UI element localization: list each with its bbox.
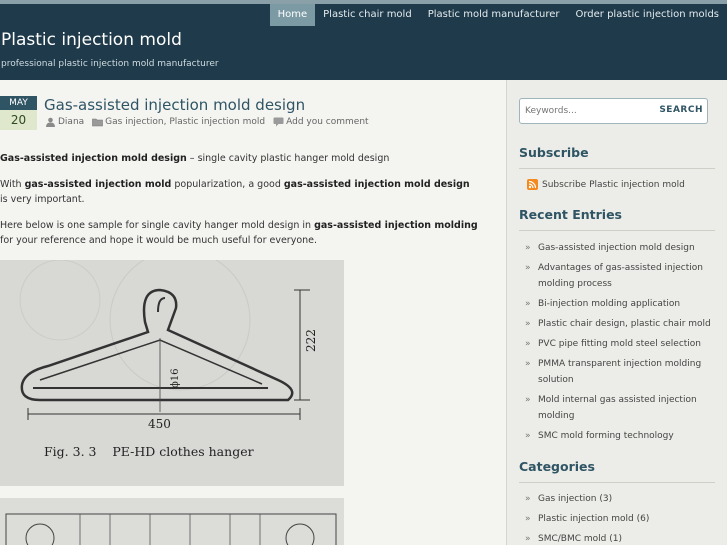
p1-bold: Gas-assisted injection mold design xyxy=(0,153,187,164)
post-categories: Gas injection, Plastic injection mold xyxy=(92,117,265,127)
category-item[interactable]: Plastic injection mold (6) xyxy=(525,511,715,527)
post-categories-links[interactable]: Gas injection, Plastic injection mold xyxy=(105,117,265,127)
recent-entries-title: Recent Entries xyxy=(519,207,622,222)
recent-entry[interactable]: PMMA transparent injection molding solut… xyxy=(525,356,715,388)
categories-list: Gas injection (3) Plastic injection mold… xyxy=(525,491,715,545)
p3-a: Here below is one sample for single cavi… xyxy=(0,220,315,231)
search-input[interactable] xyxy=(525,104,655,118)
post-meta: Diana Gas injection, Plastic injection m… xyxy=(45,117,377,127)
subscribe-link-text[interactable]: Subscribe Plastic injection mold xyxy=(542,180,685,190)
recent-entry[interactable]: Bi-injection molding application xyxy=(525,296,715,312)
post-date-month: MAY xyxy=(0,96,37,110)
nav-plastic-mold-manufacturer[interactable]: Plastic mold manufacturer xyxy=(420,4,568,26)
category-count: (1) xyxy=(609,534,622,544)
figure-caption: Fig. 3. 3 PE-HD clothes hanger xyxy=(44,444,254,459)
subscribe-link[interactable]: Subscribe Plastic injection mold xyxy=(527,179,685,190)
subscribe-title: Subscribe xyxy=(519,145,589,160)
post-date-day: 20 xyxy=(0,110,37,130)
category-item[interactable]: SMC/BMC mold (1) xyxy=(525,531,715,545)
recent-entry[interactable]: Advantages of gas-assisted injection mol… xyxy=(525,260,715,292)
subscribe-divider xyxy=(519,168,715,169)
p2-c: popularization, a good xyxy=(171,179,284,190)
post-date: MAY 20 xyxy=(0,96,37,130)
search-box: SEARCH xyxy=(519,98,708,124)
search-button[interactable]: SEARCH xyxy=(659,105,703,115)
recent-entries-divider xyxy=(519,230,715,231)
dim-width-label: 450 xyxy=(148,417,171,431)
recent-entry[interactable]: Plastic chair design, plastic chair mold xyxy=(525,316,715,332)
comment-icon xyxy=(273,117,284,127)
p2-d: is very important. xyxy=(0,194,85,205)
dim-height-label: 222 xyxy=(304,329,318,352)
post-author: Diana xyxy=(45,117,84,127)
post-title[interactable]: Gas-assisted injection mold design xyxy=(44,96,305,114)
category-count: (6) xyxy=(636,514,650,524)
sidebar: SEARCH Subscribe Subscribe Plastic injec… xyxy=(506,80,727,545)
categories-title: Categories xyxy=(519,459,595,474)
hanger-drawing: 222 450 ϕ16 Fig. 3. 3 PE-HD clothes hang… xyxy=(0,260,344,486)
p2-b1: gas-assisted injection mold xyxy=(24,179,172,190)
post-comment-link[interactable]: Add you comment xyxy=(286,117,368,127)
nav-home[interactable]: Home xyxy=(269,4,316,26)
category-name[interactable]: Plastic injection mold xyxy=(538,514,634,524)
nav-plastic-chair-mold[interactable]: Plastic chair mold xyxy=(315,4,420,26)
folder-icon xyxy=(92,118,103,127)
nav-order-molds[interactable]: Order plastic injection molds xyxy=(567,4,727,26)
post-paragraph-3: Here below is one sample for single cavi… xyxy=(0,218,480,248)
recent-entry[interactable]: PVC pipe fitting mold steel selection xyxy=(525,336,715,352)
recent-entries-list: Gas-assisted injection mold design Advan… xyxy=(525,240,715,448)
p3-b: gas-assisted injection molding xyxy=(314,220,478,231)
recent-entry[interactable]: Mold internal gas assisted injection mol… xyxy=(525,392,715,424)
categories-divider xyxy=(519,482,715,483)
main-content: MAY 20 Gas-assisted injection mold desig… xyxy=(0,80,506,545)
post-comments: Add you comment xyxy=(273,117,369,127)
site-description: professional plastic injection mold manu… xyxy=(1,59,219,69)
post-paragraph-2: With gas-assisted injection mold popular… xyxy=(0,177,480,207)
p2-b2: gas-assisted injection mold design xyxy=(283,179,470,190)
category-name[interactable]: SMC/BMC mold xyxy=(538,534,606,544)
mold-drawing-image xyxy=(0,498,344,545)
post-paragraph-1: Gas-assisted injection mold design – sin… xyxy=(0,151,480,166)
p3-c: for your reference and hope it would be … xyxy=(0,235,318,246)
hanger-drawing-image: 222 450 ϕ16 Fig. 3. 3 PE-HD clothes hang… xyxy=(0,260,344,486)
recent-entry[interactable]: SMC mold forming technology xyxy=(525,428,715,444)
recent-entry[interactable]: Gas-assisted injection mold design xyxy=(525,240,715,256)
post-author-name[interactable]: Diana xyxy=(58,117,84,127)
user-icon xyxy=(46,117,55,127)
rss-icon xyxy=(527,179,538,190)
category-item[interactable]: Gas injection (3) xyxy=(525,491,715,507)
p1-text: – single cavity plastic hanger mold desi… xyxy=(186,153,390,164)
main-nav: Home Plastic chair mold Plastic mold man… xyxy=(269,4,727,26)
category-name[interactable]: Gas injection xyxy=(538,494,596,504)
p2-a: With xyxy=(0,179,25,190)
site-title[interactable]: Plastic injection mold xyxy=(1,30,182,50)
site-header: Home Plastic chair mold Plastic mold man… xyxy=(0,4,727,80)
dim-diameter-label: ϕ16 xyxy=(170,368,181,388)
category-count: (3) xyxy=(599,494,613,504)
mold-drawing xyxy=(0,498,344,545)
